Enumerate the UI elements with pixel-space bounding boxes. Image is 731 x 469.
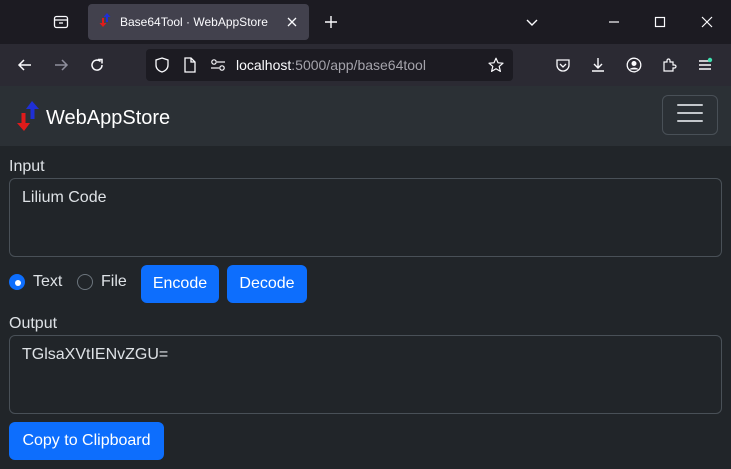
back-arrow-icon[interactable]	[9, 49, 41, 81]
menu-icon[interactable]	[689, 49, 721, 81]
extensions-icon[interactable]	[653, 49, 685, 81]
output-label: Output	[9, 315, 58, 332]
hamburger-icon	[677, 103, 703, 128]
url-bar[interactable]: localhost:5000/app/base64tool	[146, 49, 513, 81]
tab-title: Base64Tool · WebAppStore	[120, 15, 268, 29]
tab-list-icon[interactable]	[44, 6, 78, 38]
decode-button[interactable]: Decode	[227, 265, 307, 303]
output-textarea[interactable]: TGlsaXVtIENvZGU=	[9, 335, 722, 414]
maximize-icon[interactable]	[643, 6, 677, 38]
star-icon[interactable]	[488, 57, 504, 73]
browser-tab[interactable]: Base64Tool · WebAppStore	[88, 4, 309, 40]
webappstore-arrows-icon	[98, 12, 112, 33]
navbar-toggler-button[interactable]	[662, 95, 718, 135]
text-mode-option[interactable]: Text	[9, 273, 62, 291]
text-radio[interactable]	[9, 274, 25, 290]
url-text: localhost:5000/app/base64tool	[236, 57, 426, 73]
brand-name: WebAppStore	[46, 107, 171, 129]
minimize-icon[interactable]	[597, 6, 631, 38]
copy-to-clipboard-button[interactable]: Copy to Clipboard	[9, 422, 164, 460]
webappstore-arrows-icon	[15, 100, 41, 137]
brand-link[interactable]: WebAppStore	[15, 100, 170, 137]
chevron-down-icon[interactable]	[515, 6, 549, 38]
input-label: Input	[9, 158, 45, 175]
permissions-icon[interactable]	[210, 57, 226, 73]
text-radio-label: Text	[33, 273, 63, 290]
pocket-icon[interactable]	[547, 49, 579, 81]
forward-arrow-icon[interactable]	[45, 49, 77, 81]
page-icon	[182, 57, 198, 73]
browser-tab-strip: Base64Tool · WebAppStore	[0, 0, 731, 44]
browser-toolbar: localhost:5000/app/base64tool	[0, 44, 731, 86]
plus-icon[interactable]	[318, 9, 344, 35]
file-mode-option[interactable]: File	[77, 273, 127, 291]
account-icon[interactable]	[618, 49, 650, 81]
file-radio[interactable]	[77, 274, 93, 290]
reload-icon[interactable]	[81, 49, 113, 81]
encode-button[interactable]: Encode	[141, 265, 219, 303]
app-navbar: WebAppStore	[0, 86, 731, 146]
shield-icon[interactable]	[154, 57, 170, 73]
window-close-icon[interactable]	[690, 6, 724, 38]
file-radio-label: File	[101, 273, 127, 290]
download-icon[interactable]	[582, 49, 614, 81]
input-textarea[interactable]: Lilium Code	[9, 178, 722, 257]
close-icon[interactable]	[285, 15, 299, 29]
